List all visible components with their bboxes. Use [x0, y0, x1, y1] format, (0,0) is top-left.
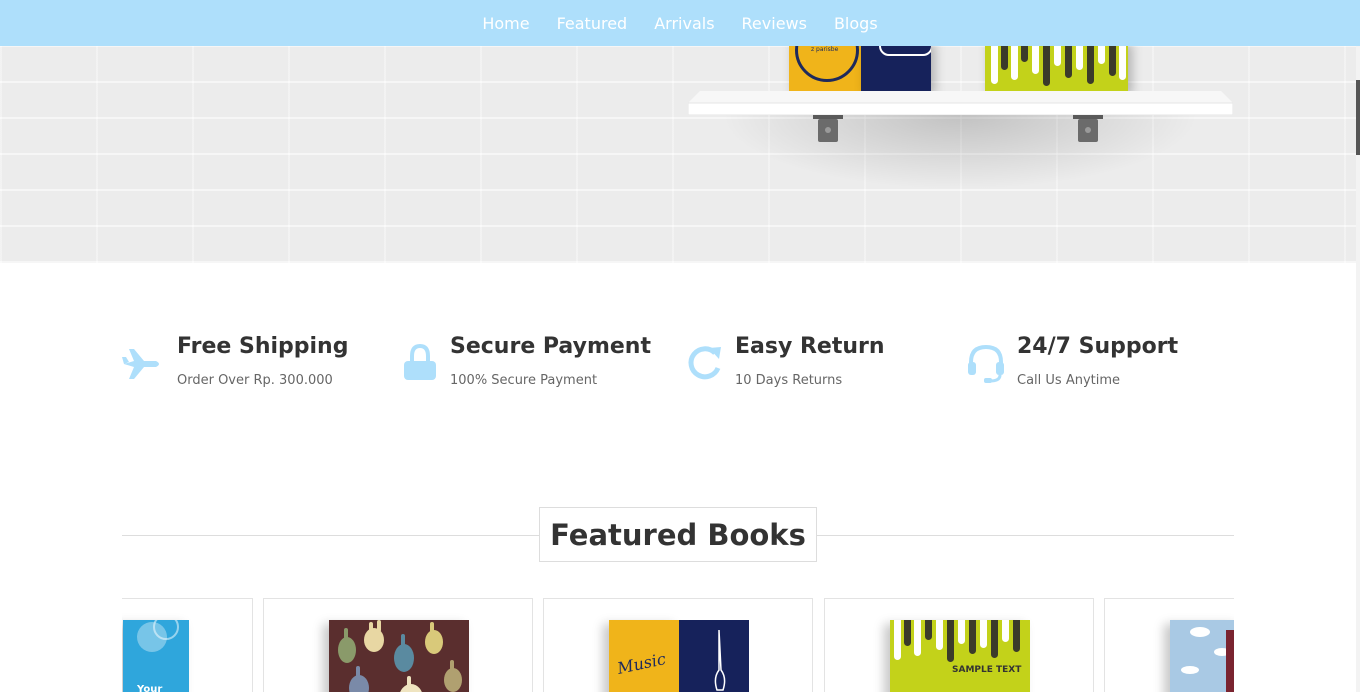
book-cover-text: SAMPLE TEXT	[952, 665, 1022, 675]
scrollbar-thumb[interactable]	[1356, 80, 1360, 155]
book-cover[interactable]	[329, 620, 469, 692]
refresh-icon	[688, 346, 721, 380]
feature-title: Free Shipping	[177, 334, 349, 359]
feature-subtitle: Call Us Anytime	[1017, 373, 1121, 388]
nav-featured[interactable]: Featured	[557, 14, 628, 33]
features-section: Free Shipping Order Over Rp. 300.000 Sec…	[0, 330, 1356, 400]
lock-icon	[404, 344, 436, 380]
plane-icon	[122, 349, 159, 379]
shelf-shadow	[720, 115, 1200, 190]
headset-icon	[968, 344, 1004, 383]
feature-title: Secure Payment	[450, 334, 651, 359]
clouds-pattern-icon	[1181, 627, 1234, 692]
nav-arrivals[interactable]: Arrivals	[654, 14, 714, 33]
book-cover[interactable]: Music	[609, 620, 679, 692]
feature-subtitle: 10 Days Returns	[735, 373, 843, 388]
book-cover[interactable]	[1170, 620, 1234, 692]
book-card[interactable]: Music	[543, 598, 813, 692]
feature-subtitle: 100% Secure Payment	[450, 373, 598, 388]
book-card[interactable]	[263, 598, 533, 692]
hero-book-yellow-text: z parisbe	[811, 46, 839, 53]
book-cover-text: Your	[137, 684, 163, 692]
book-cover-text: Music	[615, 649, 668, 678]
hero-book-yellow[interactable]: z parisbe	[789, 40, 861, 91]
book-card[interactable]	[1104, 598, 1234, 692]
book-cover[interactable]: Your	[123, 620, 189, 692]
hands-pattern-icon	[338, 620, 462, 692]
nav-links: Home Featured Arrivals Reviews Blogs	[482, 14, 877, 33]
nav-blogs[interactable]: Blogs	[834, 14, 878, 33]
nav-home[interactable]: Home	[482, 14, 529, 33]
shelf-bracket-right	[1073, 115, 1103, 142]
guitar-icon	[714, 629, 726, 691]
feature-subtitle: Order Over Rp. 300.000	[177, 373, 333, 388]
feature-title: Easy Return	[735, 334, 885, 359]
book-card[interactable]: SAMPLE TEXT	[824, 598, 1094, 692]
hero-book-lime[interactable]	[985, 40, 1128, 91]
top-navbar: Home Featured Arrivals Reviews Blogs	[0, 0, 1360, 46]
page-scrollbar[interactable]	[1356, 0, 1360, 692]
featured-books-slider[interactable]: Your Music SAMPLE TEXT	[122, 598, 1234, 692]
hero-book-navy[interactable]	[861, 40, 931, 91]
featured-heading-box: Featured Books	[539, 507, 817, 562]
nav-reviews[interactable]: Reviews	[742, 14, 807, 33]
book-shelf	[688, 91, 1233, 115]
shelf-bracket-left	[813, 115, 843, 142]
book-cover[interactable]: SAMPLE TEXT	[890, 620, 1030, 692]
featured-heading: Featured Books	[550, 517, 806, 552]
book-cover-back	[679, 620, 749, 692]
book-card[interactable]: Your	[122, 598, 253, 692]
feature-title: 24/7 Support	[1017, 334, 1179, 359]
